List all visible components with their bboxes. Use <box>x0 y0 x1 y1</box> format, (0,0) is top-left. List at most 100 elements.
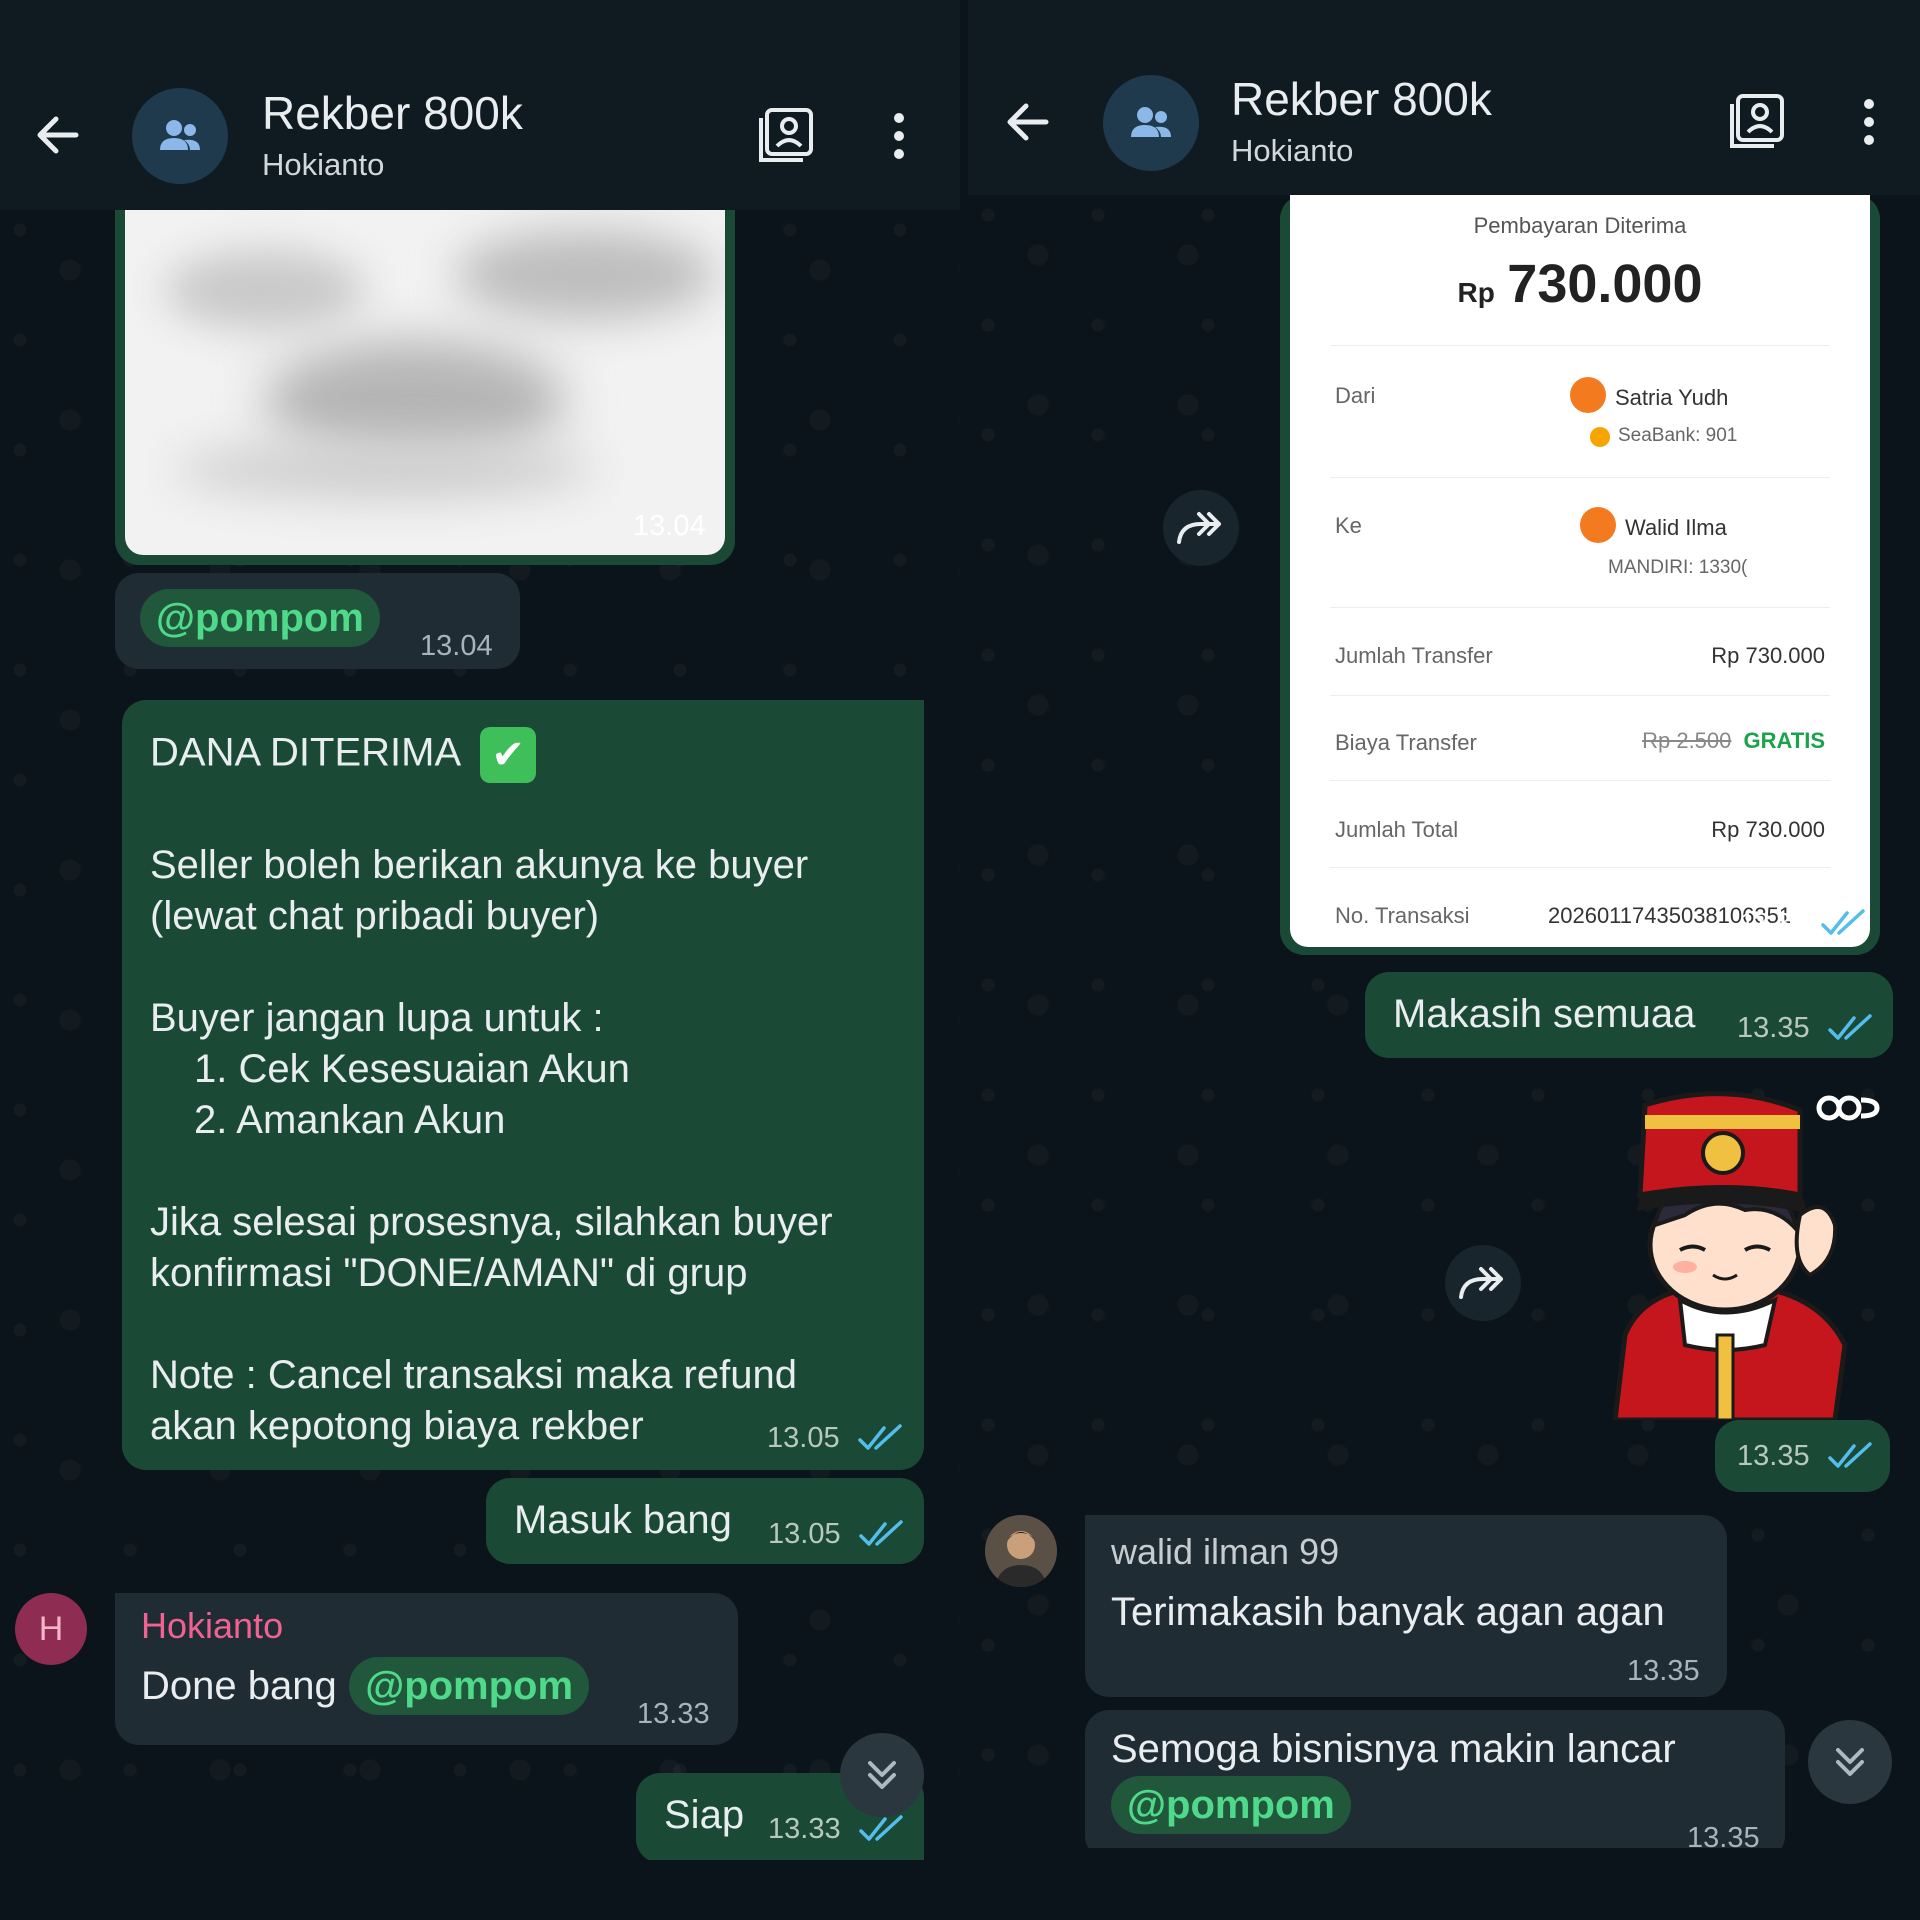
message-time: 13.35 <box>1737 1012 1810 1044</box>
message-time: 13.04 <box>420 630 493 662</box>
message-time: 13.33 <box>637 1698 710 1730</box>
message-line: akan kepotong biaya rekber <box>150 1404 644 1448</box>
contact-card-icon[interactable] <box>755 104 817 166</box>
message-line: 2. Amankan Akun <box>194 1098 506 1142</box>
message-time: 13.04 <box>633 510 706 542</box>
message-body: Done bang @pompom <box>141 1657 590 1715</box>
message-line: 1. Cek Kesesuaian Akun <box>194 1047 630 1091</box>
payment-receipt[interactable]: Pembayaran Diterima Rp 730.000 Dari Satr… <box>1290 195 1870 947</box>
forward-icon <box>1177 512 1221 544</box>
chat-header: Rekber 800k Hokianto <box>0 0 960 210</box>
sticker-time-badge: 13.35 <box>1715 1420 1890 1492</box>
back-arrow-icon[interactable] <box>28 105 88 165</box>
sticker-character-illustration <box>1612 1091 1848 1423</box>
to-label: Ke <box>1335 513 1362 538</box>
message-time: 13.35 <box>1627 1655 1700 1687</box>
message-text: Makasih semuaa <box>1393 992 1696 1036</box>
read-ticks-icon <box>1821 909 1865 935</box>
message-heading: DANA DITERIMA ✔ <box>150 727 537 783</box>
check-mark-icon: ✔ <box>480 727 537 783</box>
read-ticks-icon <box>858 1424 902 1450</box>
message-time: 13.33 <box>768 1813 841 1845</box>
message-time: 13.05 <box>767 1422 840 1454</box>
group-avatar[interactable] <box>132 88 228 184</box>
more-options-icon[interactable] <box>884 110 914 162</box>
sender-name[interactable]: walid ilman 99 <box>1111 1531 1339 1573</box>
scroll-down-button[interactable] <box>840 1733 924 1817</box>
user-photo-icon <box>985 1515 1057 1587</box>
chat-subtitle[interactable]: Hokianto <box>1231 133 1353 169</box>
read-ticks-icon <box>1828 1014 1872 1040</box>
message-time: 13.35 <box>1740 907 1806 937</box>
from-name: Satria Yudh <box>1615 385 1729 410</box>
receipt-amount: Rp 730.000 <box>1457 254 1703 314</box>
message-line: Jika selesai prosesnya, silahkan buyer <box>150 1200 833 1244</box>
transfer-label: Jumlah Transfer <box>1335 643 1493 668</box>
message-text: Siap <box>664 1793 745 1837</box>
from-label: Dari <box>1335 383 1376 408</box>
mention-tag[interactable]: @pompom <box>140 589 380 647</box>
group-icon <box>160 120 200 150</box>
back-arrow-icon[interactable] <box>998 92 1058 152</box>
transfer-value: Rp 730.000 <box>1711 643 1825 668</box>
message-text: Semoga bisnisnya makin lancar <box>1111 1727 1676 1771</box>
bottom-strip <box>968 1848 1920 1920</box>
message-line: Note : Cancel transaksi maka refund <box>150 1353 797 1397</box>
read-ticks-icon <box>1828 1442 1872 1468</box>
user-avatar-icon <box>1570 377 1606 413</box>
seabank-icon <box>1590 427 1610 447</box>
total-label: Jumlah Total <box>1335 817 1459 842</box>
message-line: Seller boleh berikan akunya ke buyer <box>150 843 809 887</box>
transaction-label: No. Transaksi <box>1335 903 1470 928</box>
fee-value: Rp 2.500 GRATIS <box>1642 728 1825 753</box>
read-ticks-icon <box>859 1520 903 1546</box>
message-text: Terimakasih banyak agan agan <box>1111 1590 1665 1634</box>
group-avatar[interactable] <box>1103 75 1199 171</box>
forward-icon <box>1459 1267 1503 1299</box>
group-icon <box>1131 107 1171 137</box>
chat-subtitle[interactable]: Hokianto <box>262 147 384 183</box>
mention-tag[interactable]: @pompom <box>1111 1776 1351 1834</box>
bottom-strip <box>0 1860 960 1920</box>
dana-diterima-message[interactable]: DANA DITERIMA ✔ Seller boleh berikan aku… <box>122 700 924 1470</box>
forward-button[interactable] <box>1445 1245 1521 1321</box>
double-chevron-down-icon <box>868 1761 896 1789</box>
message-line: Buyer jangan lupa untuk : <box>150 996 604 1040</box>
forward-button[interactable] <box>1163 490 1239 566</box>
read-ticks-icon <box>859 1815 903 1841</box>
image-message[interactable]: 13.04 <box>115 210 735 565</box>
receipt-heading: Pembayaran Diterima <box>1473 213 1687 238</box>
chat-title[interactable]: Rekber 800k <box>262 86 523 140</box>
mention-tag[interactable]: @pompom <box>349 1657 590 1715</box>
message-time: 13.35 <box>1737 1440 1810 1472</box>
sender-avatar[interactable] <box>985 1515 1057 1587</box>
receipt-image-message[interactable]: Pembayaran Diterima Rp 730.000 Dari Satr… <box>1280 195 1880 955</box>
walid-message-2[interactable]: Semoga bisnisnya makin lancar @pompom 13… <box>1085 1710 1785 1860</box>
pom2store-logo-icon <box>1816 1095 1880 1121</box>
sender-name[interactable]: Hokianto <box>141 1605 283 1647</box>
message-line: konfirmasi "DONE/AMAN" di grup <box>150 1251 748 1295</box>
sender-avatar[interactable]: H <box>15 1593 87 1665</box>
double-chevron-down-icon <box>1836 1748 1864 1776</box>
more-options-icon[interactable] <box>1854 96 1884 148</box>
masuk-bang-message[interactable]: Masuk bang 13.05 <box>486 1478 924 1564</box>
makasih-message[interactable]: Makasih semuaa 13.35 <box>1365 972 1893 1058</box>
fee-label: Biaya Transfer <box>1335 730 1477 755</box>
sticker-image[interactable] <box>1585 1085 1865 1423</box>
blurred-image[interactable] <box>125 210 725 555</box>
message-time: 13.05 <box>768 1518 841 1550</box>
from-bank: SeaBank: 901 <box>1618 425 1738 446</box>
contact-card-icon[interactable] <box>1726 90 1788 152</box>
pom2store-logo <box>1815 1090 1885 1130</box>
message-text: Masuk bang <box>514 1498 732 1542</box>
hokianto-message[interactable]: Hokianto Done bang @pompom 13.33 <box>115 1593 738 1745</box>
chat-title[interactable]: Rekber 800k <box>1231 72 1492 126</box>
message-text: Done bang <box>141 1664 337 1708</box>
scroll-down-button[interactable] <box>1808 1720 1892 1804</box>
chat-header: Rekber 800k Hokianto <box>968 0 1920 195</box>
walid-message-1[interactable]: walid ilman 99 Terimakasih banyak agan a… <box>1085 1515 1727 1697</box>
mention-message[interactable]: @pompom 13.04 <box>115 573 520 669</box>
user-avatar-icon <box>1580 507 1616 543</box>
message-line: (lewat chat pribadi buyer) <box>150 894 600 938</box>
left-chat-panel: Rekber 800k Hokianto 13.04 @pompom 13.04 <box>0 0 960 1920</box>
